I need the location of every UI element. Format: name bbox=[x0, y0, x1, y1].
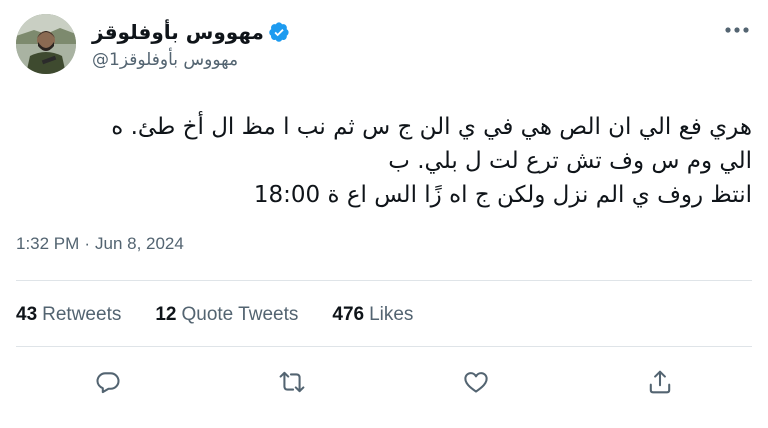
tweet-card: مهووس بأوفلوقز @مهووس بأوفلوقز1 هري فع ا… bbox=[0, 0, 768, 428]
heart-icon bbox=[464, 372, 488, 393]
retweet-button[interactable] bbox=[276, 366, 308, 398]
likes-label: Likes bbox=[369, 304, 414, 325]
tweet-text-line: هري فع الي ان الص هي في ي الن ج س ثم نب … bbox=[111, 114, 752, 140]
quote-tweets-label: Quote Tweets bbox=[181, 304, 299, 325]
tweet-timestamp[interactable]: 1:32 PM · Jun 8, 2024 bbox=[16, 234, 184, 254]
retweets-label: Retweets bbox=[42, 304, 122, 325]
likes-count: 476 bbox=[332, 304, 365, 325]
tweet-time: 1:32 PM bbox=[16, 234, 80, 253]
tweet-date: Jun 8, 2024 bbox=[94, 234, 184, 253]
more-options-button[interactable] bbox=[722, 20, 752, 40]
like-button[interactable] bbox=[460, 366, 492, 398]
display-name[interactable]: مهووس بأوفلوقز bbox=[92, 20, 264, 44]
tweet-text-line: انتظ روف ي الم نزل ولكن ج اه زًا الس اع … bbox=[253, 182, 752, 208]
share-icon bbox=[649, 370, 671, 394]
tweet-actions bbox=[0, 362, 768, 402]
retweet-icon bbox=[279, 371, 305, 393]
avatar-image bbox=[16, 14, 76, 74]
divider bbox=[16, 280, 752, 281]
avatar[interactable] bbox=[16, 14, 76, 74]
divider bbox=[16, 346, 752, 347]
more-horizontal-icon bbox=[725, 27, 749, 33]
reply-button[interactable] bbox=[92, 366, 124, 398]
display-name-row: مهووس بأوفلوقز bbox=[92, 18, 290, 46]
retweets-stat[interactable]: 43 Retweets bbox=[16, 304, 121, 326]
tweet-stats: 43 Retweets 12 Quote Tweets 476 Likes bbox=[16, 304, 447, 326]
verified-badge-icon bbox=[269, 22, 289, 42]
retweets-count: 43 bbox=[16, 304, 38, 325]
tweet-text-line: الي وم س وف تش ترع لت ل بلي. ب bbox=[388, 148, 752, 174]
author-handle[interactable]: @مهووس بأوفلوقز1 bbox=[92, 50, 290, 70]
tweet-header: مهووس بأوفلوقز @مهووس بأوفلوقز1 bbox=[16, 14, 756, 78]
likes-stat[interactable]: 476 Likes bbox=[332, 304, 413, 326]
reply-icon bbox=[96, 372, 120, 394]
tweet-text: هري فع الي ان الص هي في ي الن ج س ثم نب … bbox=[20, 110, 752, 212]
share-button[interactable] bbox=[644, 366, 676, 398]
quote-tweets-stat[interactable]: 12 Quote Tweets bbox=[155, 304, 298, 326]
quote-tweets-count: 12 bbox=[155, 304, 177, 325]
author-names: مهووس بأوفلوقز @مهووس بأوفلوقز1 bbox=[92, 18, 290, 70]
timestamp-separator: · bbox=[84, 234, 90, 253]
